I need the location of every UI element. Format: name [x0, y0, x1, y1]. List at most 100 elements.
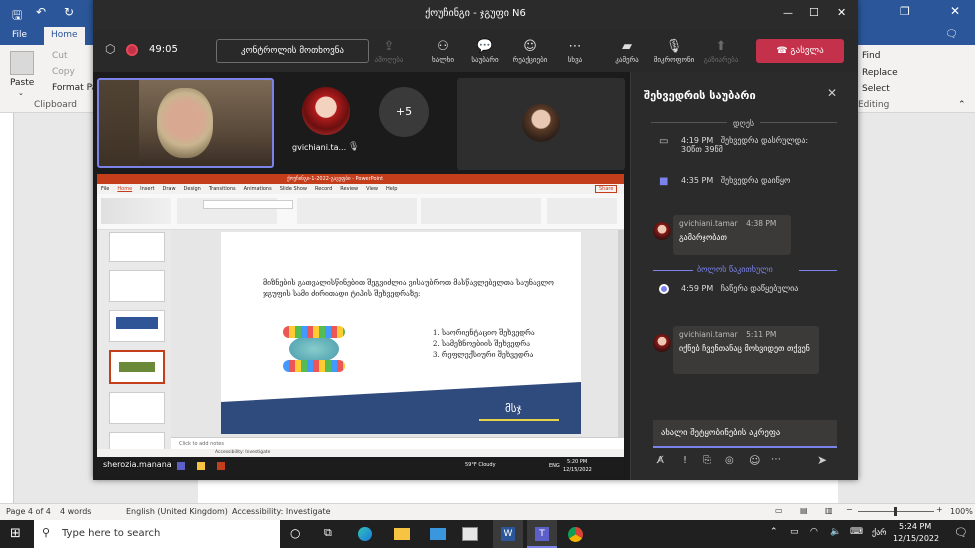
- ppt-font-box[interactable]: [203, 200, 293, 209]
- tab-home[interactable]: Home: [44, 27, 85, 45]
- ppt-tab[interactable]: Slide Show: [280, 186, 307, 192]
- ppt-tab[interactable]: Transitions: [209, 186, 236, 192]
- slide-thumbnail[interactable]: [109, 270, 165, 302]
- taskbar-search-box[interactable]: ⚲ Type here to search: [34, 520, 280, 548]
- sender-avatar[interactable]: [653, 222, 671, 240]
- chat-message[interactable]: gvichiani.tamar 5:11 PM იქნებ ჩვენთანაც …: [673, 326, 819, 374]
- ppt-paragraph-group[interactable]: [297, 198, 417, 224]
- print-layout-icon[interactable]: ▤: [800, 506, 808, 515]
- teams-taskbar-button[interactable]: T: [527, 520, 557, 548]
- ppt-clipboard-group[interactable]: [101, 198, 171, 224]
- toolbar-button-share-tray[interactable]: ⇪ ამოღება: [369, 30, 409, 72]
- request-control-button[interactable]: კონტროლის მოთხოვნა: [216, 39, 369, 63]
- ppt-tab[interactable]: Animations: [244, 186, 272, 192]
- cut-button[interactable]: Cut: [52, 51, 68, 61]
- wifi-icon[interactable]: ◠: [810, 527, 818, 537]
- compose-box[interactable]: ახალი შეტყობინების აკრეფა: [653, 420, 837, 448]
- ppt-scrollbar[interactable]: [618, 230, 624, 437]
- accessibility-indicator[interactable]: Accessibility: Investigate: [232, 507, 331, 516]
- edge-icon[interactable]: [358, 527, 372, 541]
- toolbar-button-camera-off[interactable]: ▰ კამერა: [607, 30, 647, 72]
- more-participants-button[interactable]: +5: [379, 87, 429, 137]
- save-icon[interactable]: 🖫: [12, 6, 22, 27]
- ppt-tab[interactable]: File: [101, 186, 109, 192]
- copy-button[interactable]: Copy: [52, 67, 75, 77]
- toolbar-button-share[interactable]: ⬆ გაზიარება: [701, 30, 741, 72]
- volume-icon[interactable]: 🔈: [830, 527, 841, 537]
- minimize-icon[interactable]: —: [783, 8, 793, 19]
- ppt-tab[interactable]: Home: [117, 186, 132, 192]
- toolbar-button-people[interactable]: ⚇ ხალხი: [423, 30, 463, 72]
- ppt-share-button[interactable]: Share: [595, 185, 618, 193]
- loop-icon[interactable]: ◎: [725, 455, 734, 466]
- participant-tile[interactable]: [457, 78, 625, 170]
- file-explorer-icon[interactable]: [394, 528, 410, 540]
- paste-button[interactable]: Paste: [10, 78, 34, 88]
- close-chat-icon[interactable]: ✕: [827, 86, 837, 100]
- web-layout-icon[interactable]: ▥: [825, 506, 833, 515]
- chat-message[interactable]: gvichiani.tamar 4:38 PM გამარჯობათ: [673, 215, 791, 255]
- slide-thumbnail[interactable]: [109, 310, 165, 342]
- leave-button[interactable]: ☎ გასვლა: [756, 39, 844, 63]
- comments-icon[interactable]: 🗨: [945, 29, 958, 40]
- emoji-icon[interactable]: ☺: [749, 454, 760, 467]
- ppt-tab[interactable]: Design: [184, 186, 201, 192]
- replace-button[interactable]: Replace: [862, 68, 898, 78]
- zoom-percent[interactable]: 100%: [950, 507, 973, 516]
- taskbar-date[interactable]: 12/15/2022: [893, 534, 939, 543]
- paste-icon[interactable]: [10, 51, 34, 75]
- ppt-tab[interactable]: Review: [340, 186, 358, 192]
- input-language[interactable]: ქარ: [872, 528, 887, 537]
- windows-start-icon[interactable]: ⊞: [10, 526, 21, 541]
- ppt-tab[interactable]: Insert: [140, 186, 154, 192]
- slide-thumbnail[interactable]: [109, 232, 165, 262]
- maximize-icon[interactable]: ☐: [809, 6, 819, 19]
- tab-file[interactable]: File: [12, 30, 27, 40]
- ppt-editing-group[interactable]: [547, 198, 617, 224]
- notifications-icon[interactable]: 🗨: [954, 526, 968, 539]
- toolbar-button-mic-off[interactable]: 🎙 მიკროფონი: [654, 30, 695, 72]
- undo-icon[interactable]: ↶: [36, 5, 46, 19]
- language-indicator[interactable]: English (United Kingdom): [126, 507, 228, 516]
- close-icon[interactable]: ✕: [950, 4, 960, 18]
- select-button[interactable]: Select: [862, 84, 890, 94]
- ppt-tab[interactable]: View: [366, 186, 378, 192]
- cortana-icon[interactable]: ○: [290, 526, 300, 540]
- active-speaker-video[interactable]: [97, 78, 274, 168]
- ppt-tab[interactable]: Draw: [162, 186, 175, 192]
- zoom-out-icon[interactable]: −: [846, 505, 853, 514]
- attach-icon[interactable]: ⎘: [703, 455, 711, 466]
- task-view-icon[interactable]: ⧉: [324, 526, 332, 540]
- toolbar-button-reactions[interactable]: ☺ რეაქციები: [510, 30, 550, 72]
- ppt-tab[interactable]: Help: [386, 186, 397, 192]
- shared-screen-powerpoint[interactable]: ქოუჩინგი-1-2022-გავეფბი - PowerPoint Fil…: [97, 174, 624, 476]
- taskbar-time[interactable]: 5:24 PM: [899, 522, 931, 531]
- chevron-down-icon[interactable]: ⌄: [18, 89, 24, 97]
- focus-mode-icon[interactable]: ▭: [775, 506, 783, 515]
- send-icon[interactable]: ➤: [817, 453, 827, 467]
- network-icon[interactable]: ▭: [790, 527, 799, 537]
- ppt-notes-pane[interactable]: Click to add notes: [171, 437, 624, 449]
- collapse-ribbon-icon[interactable]: ⌃: [958, 100, 966, 110]
- restore-icon[interactable]: ❐: [900, 5, 910, 18]
- more-options-icon[interactable]: ⋯: [771, 454, 781, 465]
- redo-icon[interactable]: ↻: [64, 5, 74, 19]
- store-icon[interactable]: [462, 527, 478, 541]
- slide-thumbnail[interactable]: [109, 392, 165, 424]
- keyboard-icon[interactable]: ⌨: [850, 527, 863, 537]
- slide-thumbnail-selected[interactable]: [109, 350, 165, 384]
- sender-avatar[interactable]: [653, 334, 671, 352]
- zoom-in-icon[interactable]: +: [936, 505, 943, 514]
- participant-avatar[interactable]: [302, 87, 350, 135]
- word-taskbar-button[interactable]: W: [493, 520, 523, 548]
- important-icon[interactable]: !: [683, 455, 687, 466]
- find-button[interactable]: Find: [862, 51, 880, 61]
- toolbar-button-more[interactable]: ⋯ სხვა: [555, 30, 595, 72]
- toolbar-button-chat[interactable]: 💬 საუბარი: [465, 30, 505, 72]
- ppt-tab[interactable]: Record: [315, 186, 332, 192]
- chevron-up-icon[interactable]: ⌃: [770, 527, 778, 537]
- format-icon[interactable]: A̸: [657, 455, 664, 466]
- current-slide[interactable]: მიზნების გათვალისწინებით შეგვიძლია ვისაუ…: [221, 232, 581, 434]
- close-icon[interactable]: ✕: [837, 6, 846, 19]
- chrome-icon[interactable]: [568, 527, 583, 542]
